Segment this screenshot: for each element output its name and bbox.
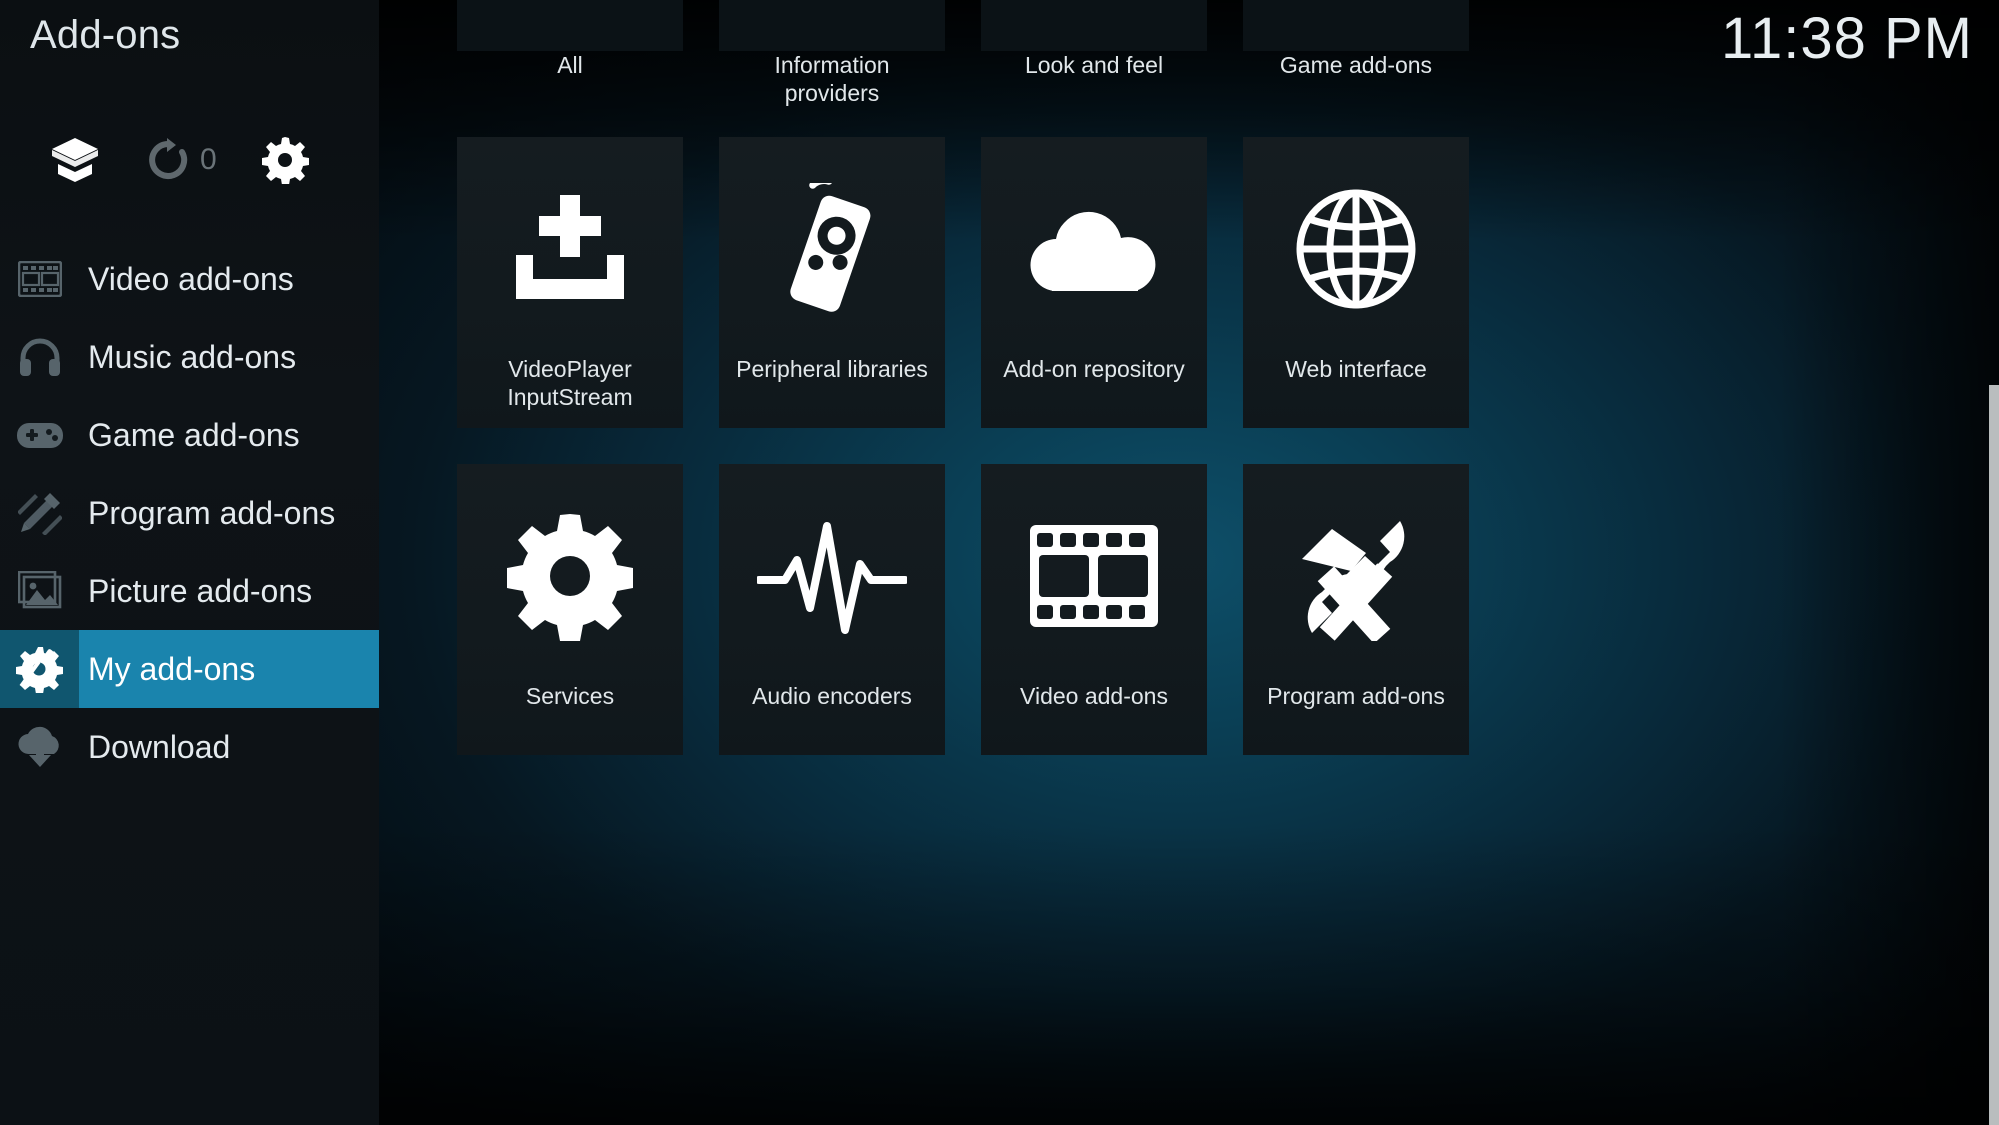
tile-label: Game add-ons xyxy=(1279,52,1433,78)
install-tray-icon xyxy=(457,151,683,346)
category-tile-video-addons[interactable]: Video add-ons xyxy=(981,464,1207,755)
page-title: Add-ons xyxy=(30,13,181,57)
sidebar-item-label: My add-ons xyxy=(88,650,256,687)
tile-label: Services xyxy=(525,683,615,709)
sidebar: Add-ons 0 Video add-ons Music add-ons Ga… xyxy=(0,0,379,1125)
tile-label: Information providers xyxy=(774,52,890,106)
category-tile-videoplayer-inputstream[interactable]: VideoPlayer InputStream xyxy=(457,137,683,428)
gear-screwdriver-icon xyxy=(14,643,66,695)
film-strip-icon xyxy=(981,478,1207,673)
category-tile-addon-repository[interactable]: Add-on repository xyxy=(981,137,1207,428)
waveform-icon xyxy=(719,478,945,673)
tile-label: Program add-ons xyxy=(1267,683,1445,709)
open-box-icon[interactable] xyxy=(48,133,102,187)
cloud-icon xyxy=(981,151,1207,346)
clock: 11:38 PM xyxy=(1721,6,1973,71)
hammer-wrench-icon xyxy=(1243,478,1469,673)
gear-icon[interactable] xyxy=(261,136,309,184)
category-tile[interactable]: Game add-ons xyxy=(1243,0,1469,78)
sidebar-item-label: Program add-ons xyxy=(88,494,336,531)
category-row-2: Services Audio encoders Video add-ons Pr… xyxy=(457,464,1469,755)
tile-label: Look and feel xyxy=(1024,52,1164,78)
sidebar-item-label: Picture add-ons xyxy=(88,572,313,609)
refresh-icon[interactable] xyxy=(146,138,190,182)
sidebar-item-game-addons[interactable]: Game add-ons xyxy=(0,396,379,474)
addon-category-grid: All Information providers Look and feel … xyxy=(379,0,1999,1125)
sidebar-item-label: Download xyxy=(88,728,231,765)
category-tile[interactable]: Information providers xyxy=(719,0,945,106)
gamepad-icon xyxy=(14,409,66,461)
scrollbar-thumb[interactable] xyxy=(1989,385,1999,1125)
update-count: 0 xyxy=(200,143,217,176)
category-row-scrolled: All Information providers Look and feel … xyxy=(457,0,1469,106)
gear-icon xyxy=(457,478,683,673)
picture-frame-icon xyxy=(14,565,66,617)
tile-label: Peripheral libraries xyxy=(736,356,928,382)
category-tile-audio-encoders[interactable]: Audio encoders xyxy=(719,464,945,755)
category-tile-web-interface[interactable]: Web interface xyxy=(1243,137,1469,428)
tile-label: Add-on repository xyxy=(1003,356,1185,382)
remote-control-icon xyxy=(719,151,945,346)
sidebar-item-label: Video add-ons xyxy=(88,260,294,297)
tile-label: Web interface xyxy=(1285,356,1427,382)
category-tile-services[interactable]: Services xyxy=(457,464,683,755)
sidebar-nav: Video add-ons Music add-ons Game add-ons… xyxy=(0,240,379,786)
sidebar-item-label: Music add-ons xyxy=(88,338,297,375)
ruler-pencil-icon xyxy=(14,487,66,539)
category-tile[interactable]: All xyxy=(457,0,683,78)
sidebar-item-my-addons[interactable]: My add-ons xyxy=(0,630,379,708)
category-row-1: VideoPlayer InputStream Peripheral libra… xyxy=(457,137,1469,428)
sidebar-item-download[interactable]: Download xyxy=(0,708,379,786)
sidebar-toolbar: 0 xyxy=(0,128,379,192)
sidebar-item-label: Game add-ons xyxy=(88,416,300,453)
headphones-icon xyxy=(14,331,66,383)
sidebar-item-video-addons[interactable]: Video add-ons xyxy=(0,240,379,318)
cloud-download-icon xyxy=(14,721,66,773)
sidebar-item-picture-addons[interactable]: Picture add-ons xyxy=(0,552,379,630)
category-tile-peripheral-libraries[interactable]: Peripheral libraries xyxy=(719,137,945,428)
kodi-addons-screen: All Information providers Look and feel … xyxy=(0,0,1999,1125)
tile-label: VideoPlayer InputStream xyxy=(507,356,633,410)
tile-label: All xyxy=(557,52,583,78)
vertical-scrollbar[interactable] xyxy=(1989,0,1999,1125)
category-tile-program-addons[interactable]: Program add-ons xyxy=(1243,464,1469,755)
sidebar-item-music-addons[interactable]: Music add-ons xyxy=(0,318,379,396)
tile-label: Audio encoders xyxy=(752,683,912,709)
globe-icon xyxy=(1243,151,1469,346)
category-tile[interactable]: Look and feel xyxy=(981,0,1207,78)
sidebar-item-program-addons[interactable]: Program add-ons xyxy=(0,474,379,552)
tile-label: Video add-ons xyxy=(1020,683,1168,709)
film-strip-icon xyxy=(14,253,66,305)
